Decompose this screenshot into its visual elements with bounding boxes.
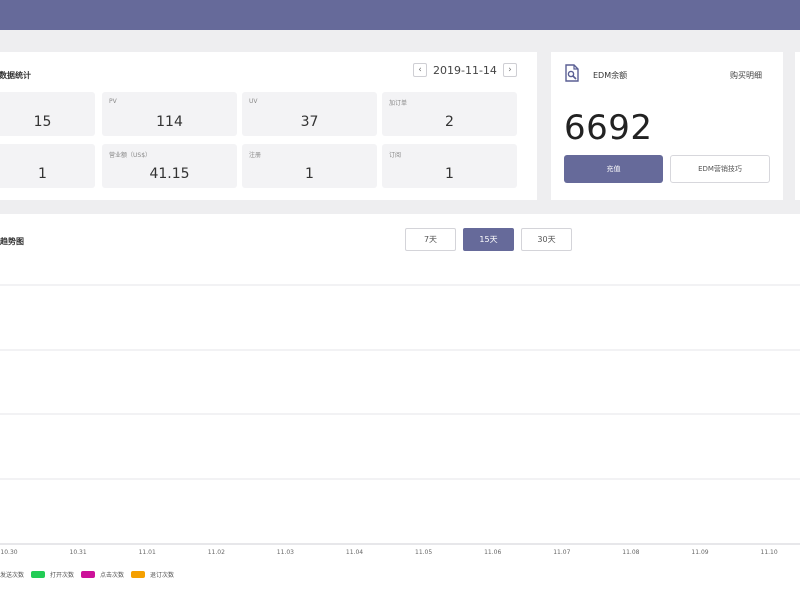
stat-tile: UV 37 <box>242 92 377 136</box>
purchase-details-link[interactable]: 购买明细 <box>730 70 762 81</box>
stat-value: 41.15 <box>149 166 190 182</box>
x-tick-label: 11.01 <box>139 549 156 556</box>
edm-title: EDM余额 <box>593 71 628 80</box>
legend-swatch <box>31 571 46 578</box>
x-tick-label: 11.09 <box>691 549 708 556</box>
range-7-days-button[interactable]: 7天 <box>405 228 456 251</box>
stat-tile: 15 <box>0 92 95 136</box>
legend-item-click[interactable]: 点击次数 <box>81 570 124 579</box>
stat-value: 114 <box>156 114 183 130</box>
legend-item-unsubscribe[interactable]: 退订次数 <box>131 570 174 579</box>
prev-date-button[interactable]: ‹ <box>413 63 427 77</box>
legend-label: 打开次数 <box>50 572 75 579</box>
recharge-button[interactable]: 充值 <box>564 155 663 183</box>
x-tick-label: 11.07 <box>553 549 570 556</box>
stat-tile: 加订单 2 <box>382 92 517 136</box>
side-card <box>795 52 800 200</box>
edm-tips-button[interactable]: EDM营销技巧 <box>670 155 770 183</box>
legend-item-open[interactable]: 打开次数 <box>31 570 74 579</box>
edm-card: EDM余额 购买明细 6692 充值 EDM营销技巧 <box>551 52 783 200</box>
stat-value: 1 <box>445 166 454 182</box>
range-30-days-button[interactable]: 30天 <box>521 228 572 251</box>
stat-label: 注册 <box>249 152 262 159</box>
stats-title: 数据统计 <box>0 71 31 80</box>
chart-title: 趋势图 <box>0 237 24 246</box>
trend-chart-panel: 10.30 10.31 11.01 11.02 11.03 11.04 11.05 11.06… <box>0 214 800 600</box>
stat-label: UV <box>249 98 258 105</box>
stat-label: 加订单 <box>389 100 408 107</box>
stat-label: 营业额（US$） <box>109 152 152 159</box>
date-picker: ‹ 2019-11-14 › <box>413 62 517 78</box>
stat-tile: 注册 1 <box>242 144 377 188</box>
x-tick-label: 11.05 <box>415 549 432 556</box>
stat-tile: 营业额（US$） 41.15 <box>102 144 237 188</box>
stat-value: 37 <box>300 114 319 130</box>
legend-item-send[interactable]: 发送次数 <box>0 570 24 579</box>
x-tick-label: 11.03 <box>277 549 294 556</box>
stat-tile: 订阅 1 <box>382 144 517 188</box>
stat-value: 1 <box>38 166 47 182</box>
stat-label: PV <box>109 98 117 105</box>
range-15-days-button[interactable]: 15天 <box>463 228 514 251</box>
x-tick-label: 11.04 <box>346 549 363 556</box>
trend-chart: 10.30 10.31 11.01 11.02 11.03 11.04 11.05 11.06… <box>0 284 800 556</box>
stat-value: 2 <box>445 114 454 130</box>
legend-swatch <box>81 571 96 578</box>
legend-label: 点击次数 <box>100 572 125 579</box>
legend-label: 退订次数 <box>150 572 175 579</box>
stats-card: 数据统计 ‹ 2019-11-14 › 15 PV 114 UV 37 加订单 … <box>0 52 537 200</box>
edm-balance-value: 6692 <box>564 108 653 148</box>
chart-legend: 发送次数 打开次数 点击次数 退订次数 <box>0 570 181 579</box>
x-tick-label: 10.30 <box>0 549 17 556</box>
stat-tile: PV 114 <box>102 92 237 136</box>
stat-value: 15 <box>33 114 52 130</box>
x-tick-label: 10.31 <box>70 549 87 556</box>
stat-value: 1 <box>305 166 314 182</box>
date-value[interactable]: 2019-11-14 <box>433 64 497 77</box>
top-navigation-bar <box>0 0 800 30</box>
x-tick-label: 11.06 <box>484 549 501 556</box>
x-tick-label: 11.02 <box>208 549 225 556</box>
next-date-button[interactable]: › <box>502 63 517 77</box>
legend-label: 发送次数 <box>0 572 25 579</box>
stat-label: 订阅 <box>389 152 402 159</box>
stat-tile: 1 <box>0 144 95 188</box>
x-tick-label: 11.08 <box>622 549 639 556</box>
x-tick-label: 11.10 <box>761 549 778 556</box>
legend-swatch <box>131 571 146 578</box>
document-search-icon <box>563 64 581 82</box>
